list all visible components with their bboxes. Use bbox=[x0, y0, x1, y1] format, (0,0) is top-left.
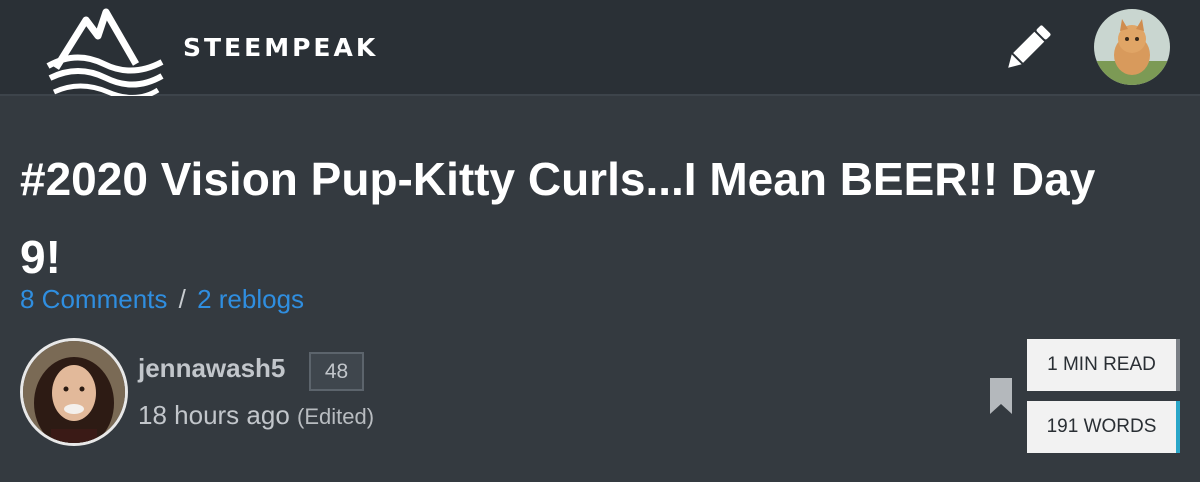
author-name[interactable]: jennawash5 bbox=[138, 353, 285, 384]
top-navigation-bar: STEEMPEAK bbox=[0, 0, 1200, 96]
kitten-photo bbox=[1094, 9, 1170, 85]
bookmark-icon[interactable] bbox=[990, 378, 1012, 414]
reblogs-link[interactable]: 2 reblogs bbox=[197, 284, 304, 314]
reputation-badge: 48 bbox=[309, 352, 364, 391]
edited-label: (Edited) bbox=[297, 404, 375, 429]
user-avatar[interactable] bbox=[1094, 9, 1170, 85]
separator: / bbox=[178, 284, 186, 314]
post-timestamp: 18 hours ago (Edited) bbox=[138, 400, 374, 431]
post-title: #2020 Vision Pup-Kitty Curls...I Mean BE… bbox=[20, 153, 1096, 283]
brand-name[interactable]: STEEMPEAK bbox=[183, 33, 378, 62]
author-avatar[interactable] bbox=[20, 338, 128, 446]
steempeak-logo-icon[interactable] bbox=[46, 6, 164, 96]
post-meta-links: 8 Comments / 2 reblogs bbox=[20, 284, 304, 315]
time-ago: 18 hours ago bbox=[138, 400, 290, 430]
read-time-badge: 1 MIN READ bbox=[1027, 339, 1180, 391]
author-photo bbox=[23, 341, 125, 443]
pencil-icon[interactable] bbox=[1000, 20, 1056, 76]
word-count-badge: 191 WORDS bbox=[1027, 401, 1180, 453]
comments-link[interactable]: 8 Comments bbox=[20, 284, 167, 314]
